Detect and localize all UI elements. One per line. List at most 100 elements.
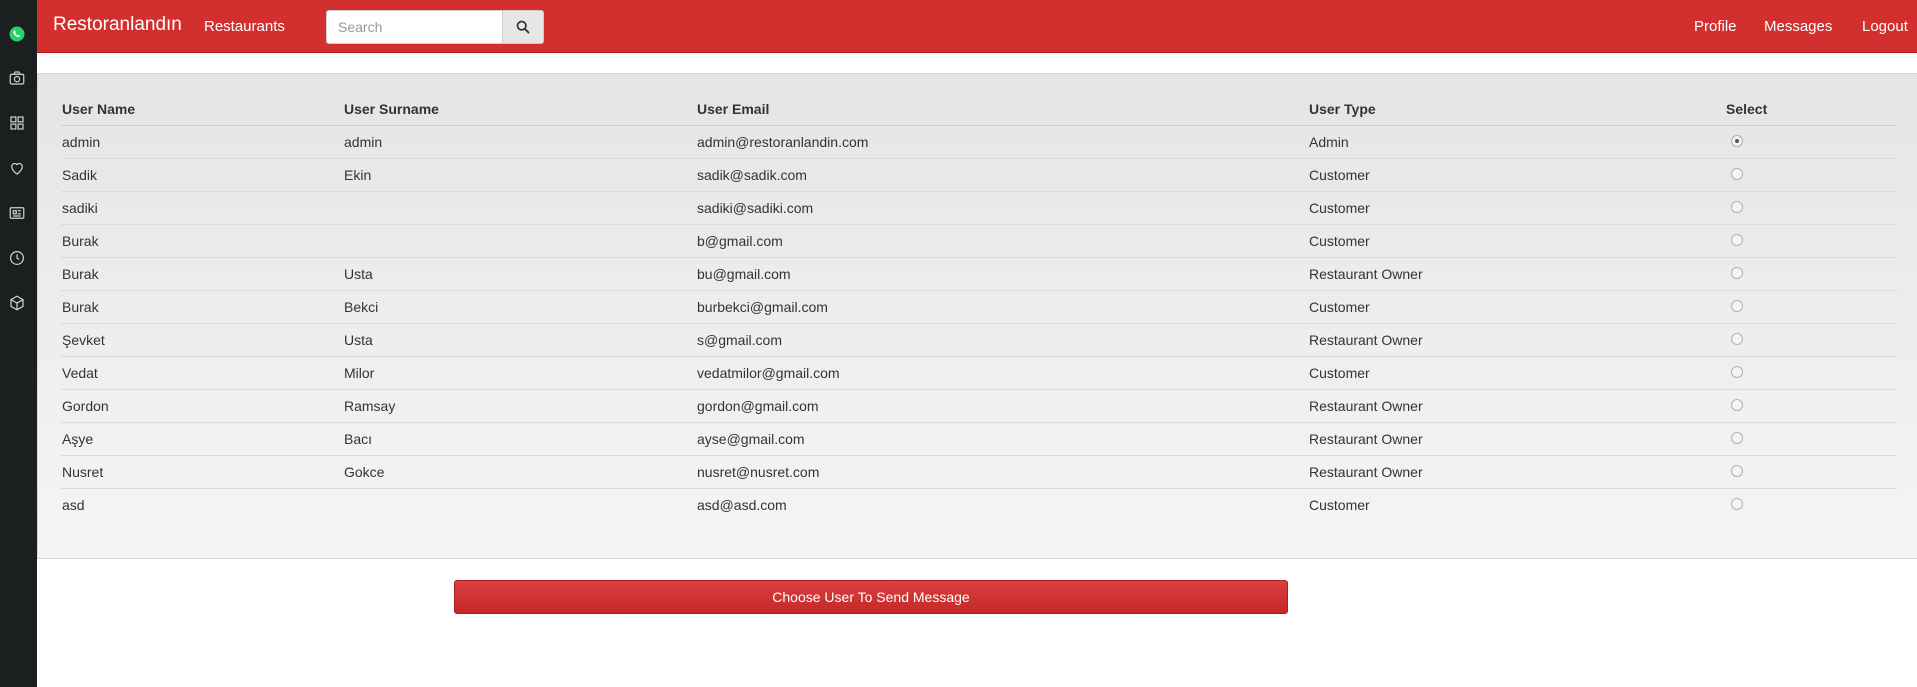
header-user-email: User Email (696, 94, 1308, 126)
cell-select (1725, 125, 1897, 159)
select-user-radio[interactable] (1731, 167, 1743, 180)
cell-user-type: Restaurant Owner (1308, 257, 1725, 291)
table-row: Burak b@gmail.com Customer (61, 224, 1897, 258)
top-navbar: Restoranlandın Restaurants Profile Messa… (37, 0, 1917, 53)
select-user-radio[interactable] (1731, 134, 1743, 147)
select-user-radio[interactable] (1731, 266, 1743, 279)
cell-user-name: sadiki (61, 191, 343, 225)
table-row: Gordon Ramsay gordon@gmail.com Restaurant O… (61, 389, 1897, 423)
header-user-type: User Type (1308, 94, 1725, 126)
whatsapp-icon[interactable] (6, 23, 28, 45)
cell-user-surname: Gokce (343, 455, 696, 489)
table-row: sadiki sadiki@sadiki.com Customer (61, 191, 1897, 225)
select-user-radio[interactable] (1731, 431, 1743, 444)
cell-user-type: Customer (1308, 356, 1725, 390)
table-row: Aşye Bacı ayse@gmail.com Restaurant Owner (61, 422, 1897, 456)
cell-user-surname (343, 224, 696, 258)
cell-user-surname: Usta (343, 323, 696, 357)
box-icon[interactable] (6, 292, 28, 314)
select-user-radio[interactable] (1731, 200, 1743, 213)
cell-user-surname: Usta (343, 257, 696, 291)
select-user-radio[interactable] (1731, 398, 1743, 411)
clock-icon[interactable] (6, 247, 28, 269)
cell-user-surname: admin (343, 125, 696, 159)
cell-select (1725, 257, 1897, 291)
header-user-name: User Name (61, 94, 343, 126)
cell-user-email: sadiki@sadiki.com (696, 191, 1308, 225)
cell-user-name: Burak (61, 257, 343, 291)
cell-user-type: Customer (1309, 496, 1370, 513)
cell-user-type: Customer (1308, 224, 1725, 258)
users-table: User Name User Surname User Email User T… (61, 94, 1897, 521)
cell-user-email: sadik@sadik.com (696, 158, 1308, 192)
cell-select (1725, 389, 1897, 423)
cell-select (1725, 323, 1897, 357)
cell-user-email: nusret@nusret.com (696, 455, 1308, 489)
cell-select (1725, 290, 1897, 324)
table-row: asd asd@asd.com Customer (61, 488, 1897, 521)
cell-user-email: vedatmilor@gmail.com (696, 356, 1308, 390)
cell-user-type: Admin (1308, 125, 1725, 159)
cell-user-type: Customer (1308, 290, 1725, 324)
brand-link[interactable]: Restoranlandın (53, 14, 182, 36)
cell-user-surname (343, 191, 696, 225)
cell-user-email: asd@asd.com (697, 496, 787, 513)
search-input[interactable] (326, 10, 502, 44)
cell-select (1725, 191, 1897, 225)
header-user-surname: User Surname (343, 94, 696, 126)
cell-user-name: admin (61, 125, 343, 159)
logout-link[interactable]: Logout (1862, 18, 1908, 35)
cell-user-surname: Ramsay (343, 389, 696, 423)
cell-user-type: Restaurant Owner (1308, 422, 1725, 456)
cell-user-surname: Bekci (343, 290, 696, 324)
heart-icon[interactable] (6, 157, 28, 179)
table-row: Sadik Ekin sadik@sadik.com Customer (61, 158, 1897, 192)
select-user-radio[interactable] (1731, 233, 1743, 246)
table-row: Burak Usta bu@gmail.com Restaurant Owner (61, 257, 1897, 291)
cell-user-name: Vedat (61, 356, 343, 390)
cell-user-name: Sadik (61, 158, 343, 192)
cell-user-type: Restaurant Owner (1308, 455, 1725, 489)
cell-user-email: b@gmail.com (696, 224, 1308, 258)
cell-user-surname: Bacı (343, 422, 696, 456)
cell-user-name: asd (62, 496, 85, 513)
cell-user-name: Nusret (61, 455, 343, 489)
camera-icon[interactable] (6, 67, 28, 89)
cell-user-name: Şevket (61, 323, 343, 357)
cell-user-type: Customer (1308, 158, 1725, 192)
cell-select (1725, 455, 1897, 489)
send-message-button[interactable]: Choose User To Send Message (454, 580, 1288, 614)
cell-select (1725, 422, 1897, 456)
cell-user-surname (343, 488, 696, 521)
cell-user-email: ayse@gmail.com (696, 422, 1308, 456)
news-icon[interactable] (6, 202, 28, 224)
cell-user-surname: Ekin (343, 158, 696, 192)
select-user-radio[interactable] (1731, 332, 1743, 345)
cell-user-type: Restaurant Owner (1308, 323, 1725, 357)
header-select: Select (1725, 94, 1897, 126)
select-user-radio[interactable] (1731, 464, 1743, 477)
cell-user-name: Burak (61, 290, 343, 324)
cell-user-email: bu@gmail.com (696, 257, 1308, 291)
table-row: Vedat Milor vedatmilor@gmail.com Customer (61, 356, 1897, 390)
cell-user-email: s@gmail.com (696, 323, 1308, 357)
select-user-radio[interactable] (1731, 299, 1743, 312)
cell-user-surname: Milor (343, 356, 696, 390)
profile-link[interactable]: Profile (1694, 18, 1737, 35)
messages-link[interactable]: Messages (1764, 18, 1832, 35)
grid-icon[interactable] (6, 112, 28, 134)
table-row: Nusret Gokce nusret@nusret.com Restaurant O… (61, 455, 1897, 489)
app-dock (0, 0, 37, 687)
cell-select (1725, 158, 1897, 192)
cell-user-name: Burak (61, 224, 343, 258)
table-row: Burak Bekci burbekci@gmail.com Customer (61, 290, 1897, 324)
table-row: Şevket Usta s@gmail.com Restaurant Owner (61, 323, 1897, 357)
cell-select (1725, 224, 1897, 258)
restaurants-link[interactable]: Restaurants (204, 18, 285, 35)
cell-user-type: Customer (1308, 191, 1725, 225)
search-button[interactable] (502, 10, 544, 44)
cell-user-email: gordon@gmail.com (696, 389, 1308, 423)
cell-select (1725, 356, 1897, 390)
select-user-radio[interactable] (1731, 365, 1743, 378)
select-user-radio[interactable] (1731, 497, 1743, 510)
